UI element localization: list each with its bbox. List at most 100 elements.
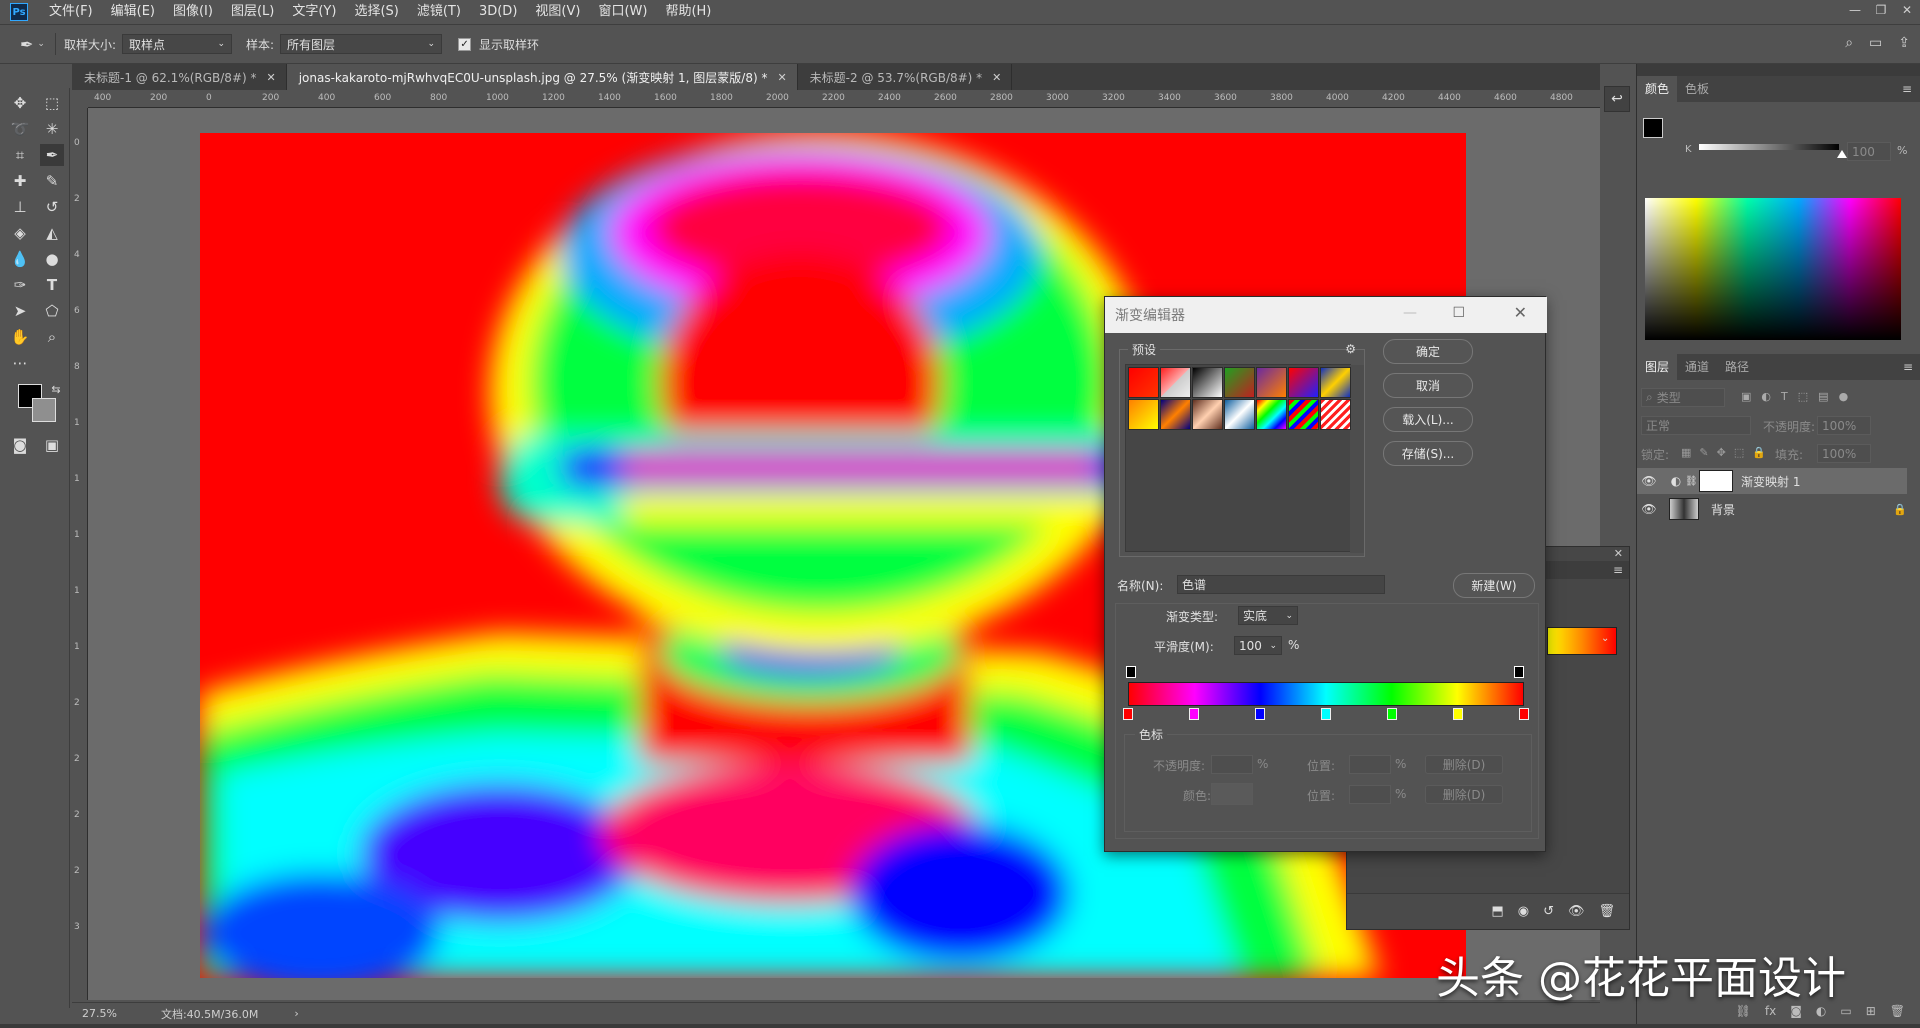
- menu-view[interactable]: 视图(V): [526, 0, 589, 24]
- trash-icon[interactable]: 🗑: [1890, 1004, 1905, 1018]
- tab-untitled-1[interactable]: 未标题-1 @ 62.1%(RGB/8#) * ✕: [72, 64, 287, 90]
- new-button[interactable]: 新建(W): [1453, 573, 1535, 598]
- zoom-tool-icon[interactable]: ⌕: [40, 326, 64, 348]
- fx-icon[interactable]: fx: [1765, 1004, 1776, 1018]
- more-tools-icon[interactable]: ⋯: [8, 352, 32, 374]
- tab-color[interactable]: 颜色: [1637, 76, 1678, 102]
- gradient-tool-icon[interactable]: ◭: [40, 222, 64, 244]
- layer-name[interactable]: 背景: [1711, 501, 1735, 518]
- eyedropper-tool-icon[interactable]: ✒: [40, 144, 64, 166]
- menu-help[interactable]: 帮助(H): [656, 0, 720, 24]
- stop-color-swatch[interactable]: [1211, 783, 1253, 805]
- move-tool-icon[interactable]: ✥: [8, 92, 32, 114]
- show-ring-checkbox[interactable]: ✓: [458, 37, 472, 51]
- tab-swatches[interactable]: 色板: [1677, 76, 1717, 102]
- dialog-titlebar[interactable]: 渐变编辑器 — ☐ ✕: [1105, 297, 1547, 333]
- preset-swatch[interactable]: [1160, 367, 1191, 398]
- lasso-tool-icon[interactable]: ➰: [8, 118, 32, 140]
- delete-color-stop-button[interactable]: 删除(D): [1425, 785, 1503, 804]
- preset-swatch[interactable]: [1256, 367, 1287, 398]
- new-layer-icon[interactable]: ⊞: [1866, 1004, 1876, 1018]
- reset-icon[interactable]: ↺: [1543, 904, 1554, 919]
- fill-field[interactable]: 100%: [1817, 444, 1871, 463]
- dodge-tool-icon[interactable]: ●: [40, 248, 64, 270]
- workspace-icon[interactable]: ▭: [1869, 35, 1882, 51]
- clip-to-layer-icon[interactable]: ⬒: [1491, 904, 1503, 919]
- search-icon[interactable]: ⌕: [1845, 35, 1853, 51]
- stamp-tool-icon[interactable]: ⊥: [8, 196, 32, 218]
- layer-row-gradient-map[interactable]: 👁 ◐ ⛓ 渐变映射 1: [1637, 468, 1907, 494]
- close-icon[interactable]: ✕: [1614, 547, 1623, 560]
- lock-all-icon[interactable]: 🔒: [1752, 446, 1766, 459]
- pen-tool-icon[interactable]: ✑: [8, 274, 32, 296]
- load-button[interactable]: 载入(L)...: [1383, 407, 1473, 432]
- quick-mask-icon[interactable]: ◙: [8, 434, 32, 456]
- filter-toggle-icon[interactable]: ●: [1839, 390, 1849, 403]
- screen-mode-icon[interactable]: ▣: [40, 434, 64, 456]
- menu-3d[interactable]: 3D(D): [470, 0, 526, 24]
- visibility-icon[interactable]: 👁: [1568, 904, 1585, 919]
- shape-tool-icon[interactable]: ⬠: [40, 300, 64, 322]
- minimize-icon[interactable]: —: [1403, 305, 1417, 321]
- preset-swatch[interactable]: [1224, 367, 1255, 398]
- layer-filter-select[interactable]: ⌕ 类型: [1641, 388, 1725, 407]
- preset-swatch[interactable]: [1128, 367, 1159, 398]
- foreground-color-swatch[interactable]: [1643, 118, 1663, 138]
- hand-tool-icon[interactable]: ✋: [8, 326, 32, 348]
- magic-wand-tool-icon[interactable]: ✳: [40, 118, 64, 140]
- close-icon[interactable]: ✕: [777, 71, 786, 84]
- preset-swatch[interactable]: [1224, 399, 1255, 430]
- menu-select[interactable]: 选择(S): [345, 0, 407, 24]
- tab-channels[interactable]: 通道: [1677, 354, 1717, 380]
- color-stop[interactable]: [1189, 708, 1199, 720]
- new-adjustment-icon[interactable]: ◐: [1816, 1004, 1826, 1018]
- filter-smart-icon[interactable]: ▤: [1818, 390, 1828, 403]
- blur-tool-icon[interactable]: 💧: [8, 248, 32, 270]
- filter-type-icon[interactable]: T: [1781, 390, 1788, 403]
- preset-swatch[interactable]: [1192, 367, 1223, 398]
- slider-thumb[interactable]: [1837, 150, 1847, 158]
- eraser-tool-icon[interactable]: ◈: [8, 222, 32, 244]
- zoom-level[interactable]: 27.5%: [82, 1007, 117, 1020]
- link-icon[interactable]: ⛓: [1685, 476, 1698, 487]
- layer-row-background[interactable]: 👁 背景 🔒: [1637, 496, 1907, 522]
- close-icon[interactable]: ✕: [1894, 0, 1920, 20]
- filter-pixel-icon[interactable]: ▣: [1741, 390, 1751, 403]
- panel-menu-icon[interactable]: ≡: [1902, 82, 1912, 96]
- eyedropper-tool-icon[interactable]: ✒: [20, 35, 33, 54]
- sample-select[interactable]: 所有图层 ⌄: [280, 34, 443, 54]
- menu-type[interactable]: 文字(Y): [283, 0, 345, 24]
- history-brush-tool-icon[interactable]: ↺: [40, 196, 64, 218]
- restore-icon[interactable]: ❐: [1868, 0, 1894, 20]
- minimize-icon[interactable]: —: [1842, 0, 1868, 20]
- swap-colors-icon[interactable]: ⇆: [44, 378, 68, 400]
- preset-swatch[interactable]: [1320, 367, 1351, 398]
- chevron-down-icon[interactable]: ⌄: [1601, 633, 1609, 644]
- menu-file[interactable]: 文件(F): [40, 0, 102, 24]
- panel-menu-icon[interactable]: ≡: [1903, 360, 1913, 374]
- menu-window[interactable]: 窗口(W): [589, 0, 656, 24]
- color-stop[interactable]: [1123, 708, 1133, 720]
- gradient-bar[interactable]: [1128, 682, 1524, 706]
- lock-position-icon[interactable]: ✥: [1717, 446, 1726, 459]
- crop-tool-icon[interactable]: ⌗: [8, 144, 32, 166]
- filter-adjustment-icon[interactable]: ◐: [1761, 390, 1771, 403]
- close-icon[interactable]: ✕: [1514, 303, 1527, 322]
- path-selection-tool-icon[interactable]: ➤: [8, 300, 32, 322]
- gradient-name-input[interactable]: 色谱: [1177, 575, 1385, 594]
- k-value-field[interactable]: 100: [1847, 142, 1891, 161]
- color-stop[interactable]: [1255, 708, 1265, 720]
- preset-swatch[interactable]: [1192, 399, 1223, 430]
- menu-image[interactable]: 图像(I): [164, 0, 222, 24]
- lock-transparent-icon[interactable]: ▦: [1681, 446, 1691, 459]
- preset-swatch[interactable]: [1288, 367, 1319, 398]
- background-color-swatch[interactable]: [32, 398, 56, 422]
- add-mask-icon[interactable]: ◙: [1790, 1004, 1802, 1018]
- panel-menu-icon[interactable]: ≡: [1613, 563, 1623, 577]
- marquee-tool-icon[interactable]: ⬚: [40, 92, 64, 114]
- view-previous-icon[interactable]: ◉: [1518, 904, 1529, 919]
- color-stop[interactable]: [1453, 708, 1463, 720]
- preset-swatch[interactable]: [1256, 399, 1287, 430]
- layer-mask-thumbnail[interactable]: [1699, 470, 1733, 492]
- tab-layers[interactable]: 图层: [1637, 354, 1678, 380]
